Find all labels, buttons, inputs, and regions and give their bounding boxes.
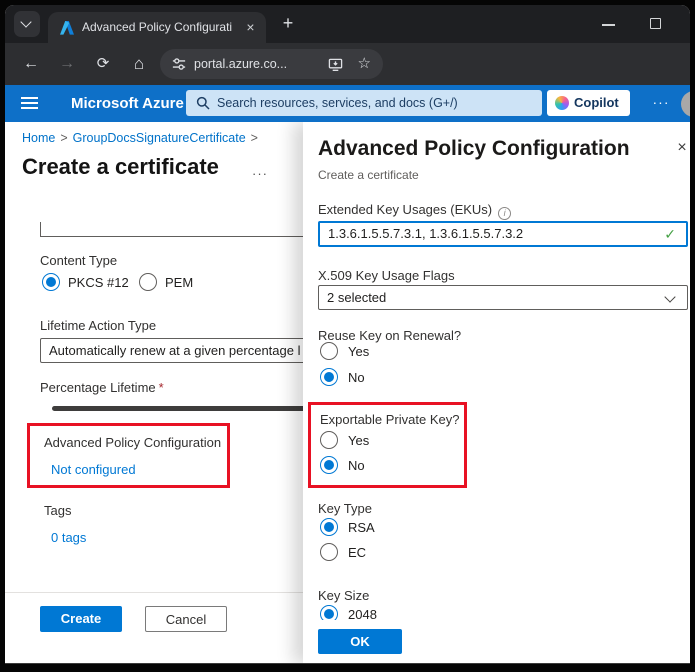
- url-text: portal.azure.co...: [194, 49, 287, 79]
- lifetime-action-select[interactable]: Automatically renew at a given percentag…: [40, 338, 317, 363]
- copilot-icon: [555, 96, 569, 110]
- eku-label: Extended Key Usages (EKUs)i: [318, 202, 511, 220]
- panel-title: Advanced Policy Configuration: [318, 137, 630, 161]
- new-tab-button[interactable]: +: [277, 13, 299, 35]
- tags-link[interactable]: 0 tags: [51, 530, 86, 545]
- radio-key-type-ec-label: EC: [348, 545, 366, 560]
- radio-pkcs12-label: PKCS #12: [68, 275, 129, 290]
- breadcrumb: Home>GroupDocsSignatureCertificate>: [22, 131, 263, 145]
- azure-brand[interactable]: Microsoft Azure: [71, 85, 184, 122]
- required-asterisk: *: [156, 380, 164, 395]
- address-bar[interactable]: portal.azure.co... ☆: [160, 49, 383, 79]
- radio-exportable-yes-label: Yes: [348, 433, 369, 448]
- search-icon: [196, 96, 210, 110]
- azure-favicon-icon: [59, 20, 75, 36]
- search-placeholder: Search resources, services, and docs (G+…: [217, 90, 458, 116]
- forward-button[interactable]: →: [54, 51, 80, 77]
- send-to-device-icon[interactable]: [328, 57, 343, 72]
- percentage-lifetime-slider[interactable]: [52, 406, 317, 411]
- avatar[interactable]: [681, 91, 690, 117]
- page-title: Create a certificate: [22, 154, 219, 180]
- reuse-key-label: Reuse Key on Renewal?: [318, 328, 461, 343]
- create-button[interactable]: Create: [40, 606, 122, 632]
- breadcrumb-separator: >: [246, 131, 263, 145]
- home-button[interactable]: ⌂: [126, 51, 152, 77]
- chevron-down-icon: [20, 16, 31, 27]
- radio-exportable-no[interactable]: [320, 456, 338, 474]
- breadcrumb-separator: >: [55, 131, 72, 145]
- not-configured-link[interactable]: Not configured: [51, 462, 136, 477]
- advanced-policy-panel: Advanced Policy Configuration × Create a…: [303, 122, 690, 663]
- radio-exportable-yes[interactable]: [320, 431, 338, 449]
- azure-header: Microsoft Azure Search resources, servic…: [5, 85, 690, 122]
- key-usage-label: X.509 Key Usage Flags: [318, 268, 455, 283]
- radio-reuse-yes[interactable]: [320, 342, 338, 360]
- tab-strip: Advanced Policy Configuration × +: [5, 5, 690, 43]
- copilot-button[interactable]: Copilot: [547, 90, 630, 116]
- key-type-label: Key Type: [318, 501, 372, 516]
- content-type-label: Content Type: [40, 253, 117, 268]
- key-usage-value: 2 selected: [319, 286, 687, 309]
- breadcrumb-vault-link[interactable]: GroupDocsSignatureCertificate: [73, 131, 246, 145]
- radio-pem-label: PEM: [165, 275, 193, 290]
- panel-close-button[interactable]: ×: [673, 139, 690, 157]
- minimize-icon: [602, 24, 615, 26]
- exportable-label: Exportable Private Key?: [320, 412, 459, 427]
- advanced-policy-label: Advanced Policy Configuration: [44, 435, 221, 450]
- valid-check-icon: ✓: [664, 223, 676, 245]
- radio-reuse-no[interactable]: [320, 368, 338, 386]
- partial-input-field[interactable]: [40, 222, 318, 237]
- breadcrumb-home-link[interactable]: Home: [22, 131, 55, 145]
- radio-reuse-yes-label: Yes: [348, 344, 369, 359]
- radio-pem[interactable]: [139, 273, 157, 291]
- site-settings-icon[interactable]: [172, 57, 186, 71]
- key-size-label: Key Size: [318, 588, 369, 603]
- minimize-button[interactable]: [596, 16, 622, 32]
- tab-title: Advanced Policy Configuration: [82, 12, 232, 43]
- tab-close-button[interactable]: ×: [242, 19, 259, 36]
- radio-reuse-no-label: No: [348, 370, 365, 385]
- lifetime-action-label: Lifetime Action Type: [40, 318, 156, 333]
- panel-subtitle: Create a certificate: [318, 168, 419, 182]
- radio-exportable-no-label: No: [348, 458, 365, 473]
- panel-footer: OK: [303, 620, 690, 663]
- page-context-menu-button[interactable]: ···: [252, 166, 268, 181]
- ok-button[interactable]: OK: [318, 629, 402, 654]
- percentage-lifetime-label: Percentage Lifetime*: [40, 380, 164, 395]
- eku-value: 1.3.6.1.5.5.7.3.1, 1.3.6.1.5.5.7.3.2: [320, 223, 686, 245]
- hamburger-menu-icon[interactable]: [21, 97, 38, 109]
- copilot-label: Copilot: [574, 90, 619, 116]
- window-frame: Advanced Policy Configuration × + ← → ⟳ …: [0, 0, 695, 672]
- radio-key-type-rsa[interactable]: [320, 518, 338, 536]
- page-content: Home>GroupDocsSignatureCertificate> Crea…: [5, 122, 690, 663]
- radio-key-type-rsa-label: RSA: [348, 520, 375, 535]
- key-usage-dropdown[interactable]: 2 selected: [318, 285, 688, 310]
- lifetime-action-value: Automatically renew at a given percentag…: [41, 339, 316, 362]
- maximize-icon[interactable]: [650, 18, 661, 29]
- cancel-button[interactable]: Cancel: [145, 606, 227, 632]
- back-button[interactable]: ←: [18, 51, 44, 77]
- tags-label: Tags: [44, 503, 71, 518]
- azure-search-box[interactable]: Search resources, services, and docs (G+…: [186, 90, 542, 116]
- bookmark-star-icon[interactable]: ☆: [358, 49, 371, 79]
- tab-list-chevron-button[interactable]: [14, 11, 40, 37]
- browser-toolbar: ← → ⟳ ⌂ portal.azure.co... ☆: [5, 43, 690, 85]
- highlight-box-advanced-policy: [27, 423, 230, 488]
- refresh-button[interactable]: ⟳: [90, 51, 116, 77]
- radio-pkcs12[interactable]: [42, 273, 60, 291]
- eku-input[interactable]: 1.3.6.1.5.5.7.3.1, 1.3.6.1.5.5.7.3.2 ✓: [318, 221, 688, 247]
- header-more-button[interactable]: ···: [645, 85, 677, 122]
- browser-tab[interactable]: Advanced Policy Configuration ×: [48, 12, 266, 43]
- radio-key-type-ec[interactable]: [320, 543, 338, 561]
- browser-window: Advanced Policy Configuration × + ← → ⟳ …: [5, 5, 690, 664]
- info-icon[interactable]: i: [498, 207, 511, 220]
